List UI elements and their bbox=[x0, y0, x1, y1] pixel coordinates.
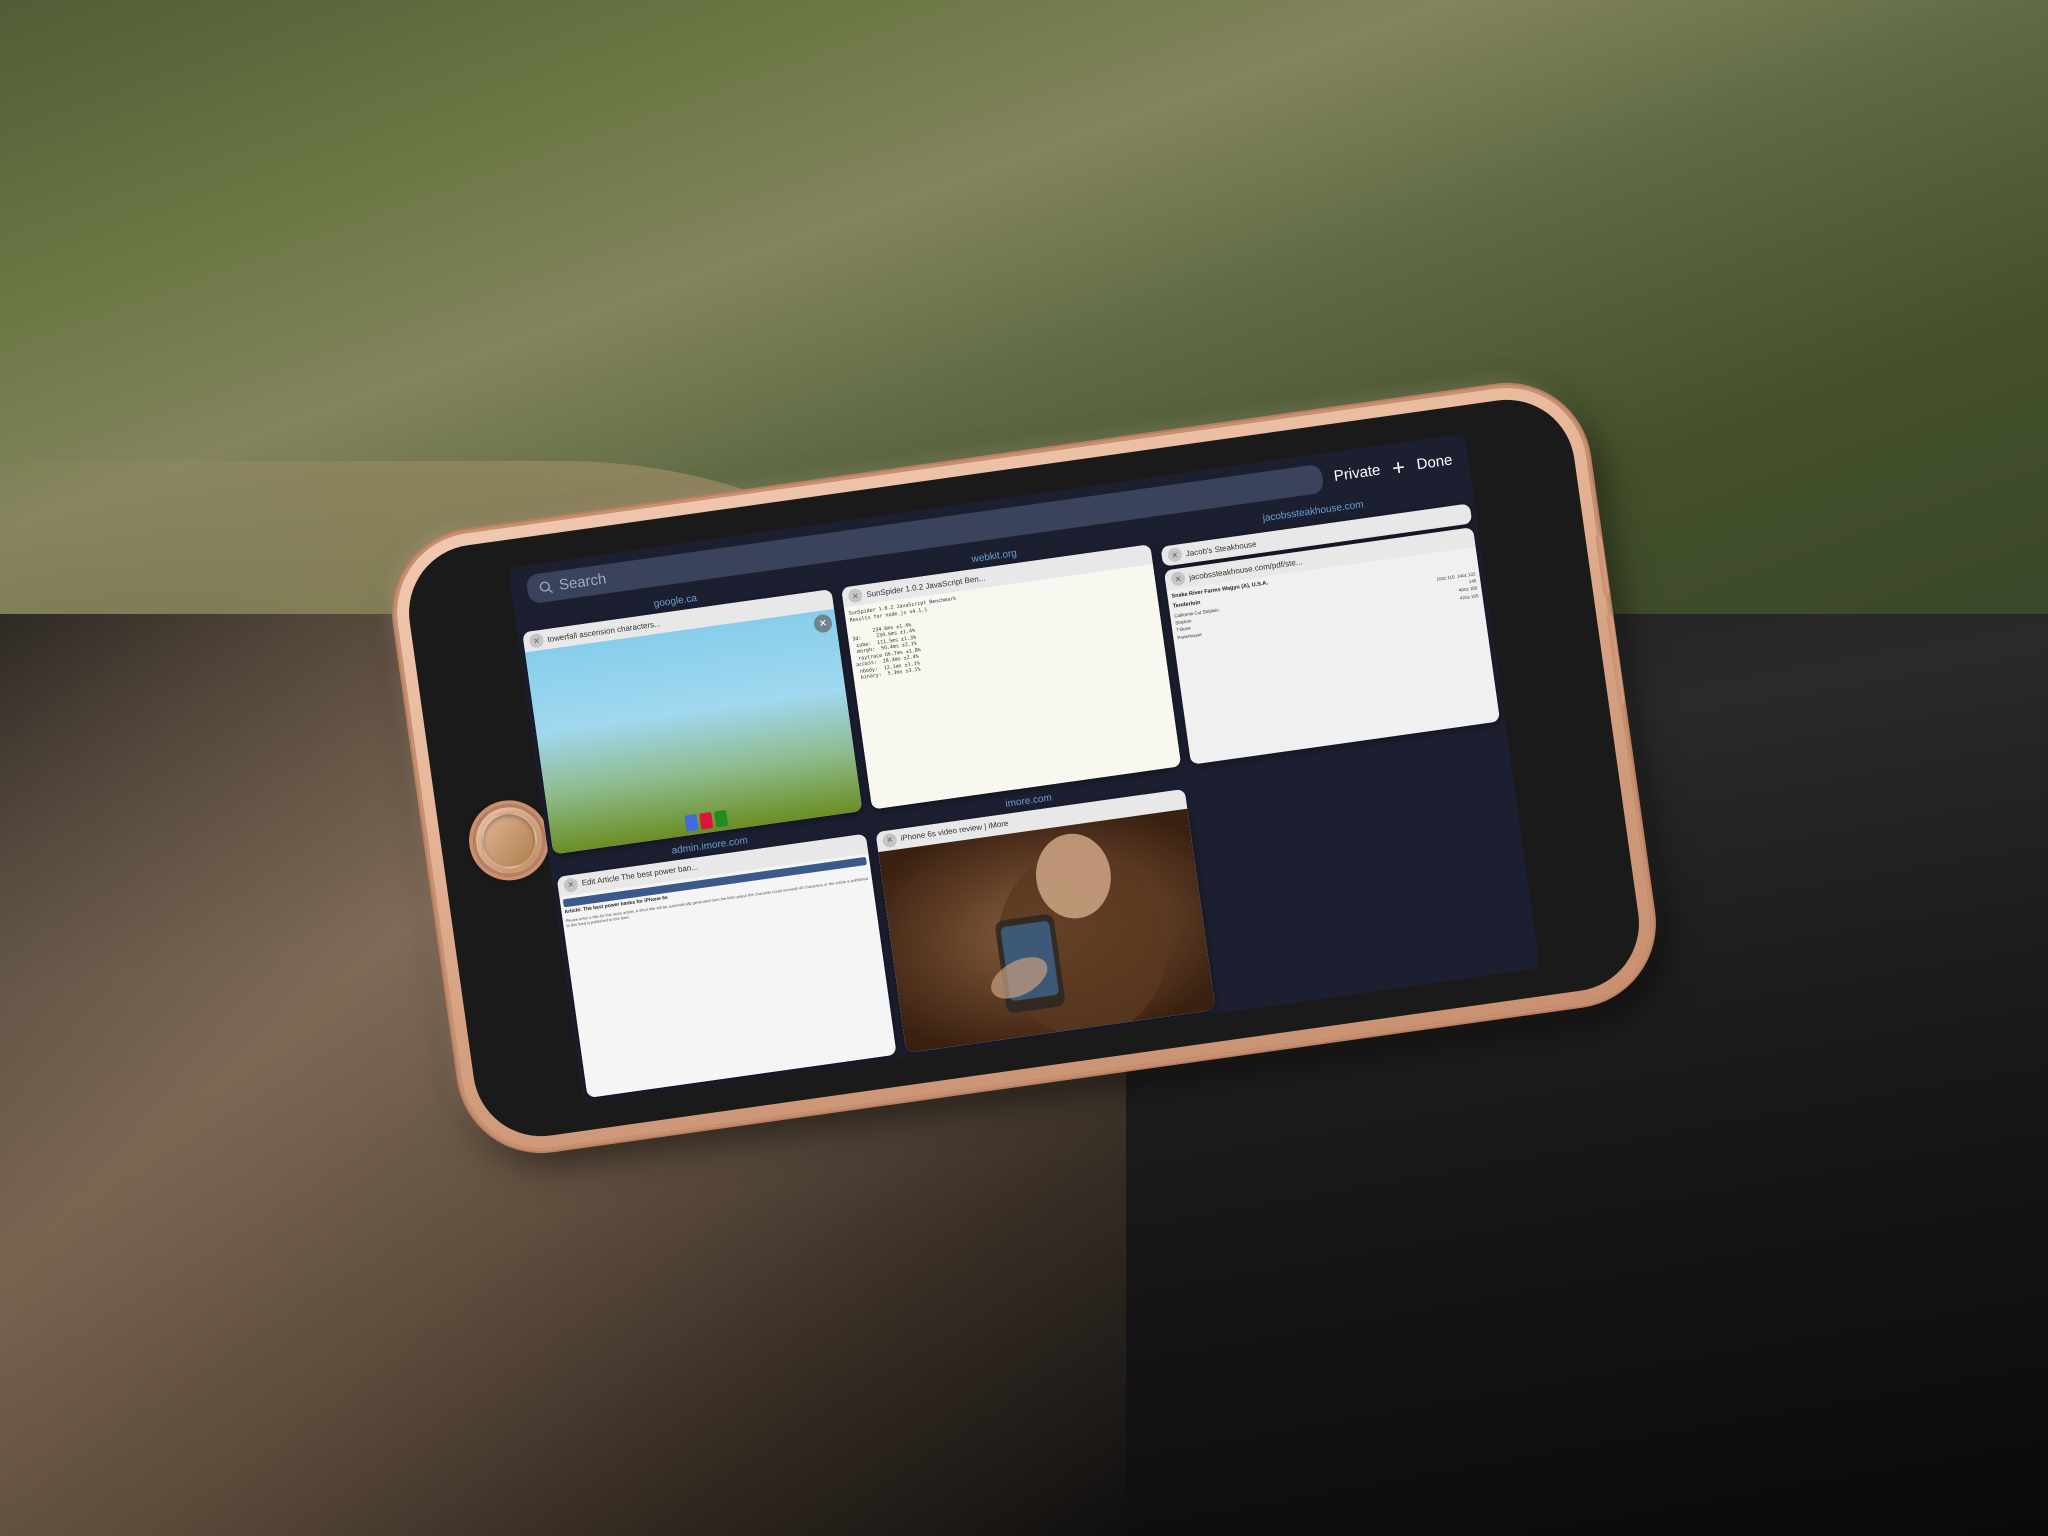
tab-close-2[interactable]: ✕ bbox=[847, 588, 863, 604]
tab-close-badge-1[interactable]: ✕ bbox=[813, 613, 833, 633]
tab-cell-2: webkit.org ✕ SunSpider 1.0.2 JavaScript … bbox=[834, 525, 1187, 814]
done-button[interactable]: Done bbox=[1416, 451, 1454, 473]
character-3 bbox=[714, 809, 728, 827]
tab-content-5 bbox=[878, 808, 1215, 1053]
tab-content-4: Article: The best power banks for iPhone… bbox=[559, 853, 896, 1098]
tab-card-2[interactable]: ✕ SunSpider 1.0.2 JavaScript Ben... SunS… bbox=[841, 544, 1181, 809]
tab-close-4[interactable]: ✕ bbox=[563, 877, 579, 893]
tab-cell-empty bbox=[1187, 724, 1540, 1013]
tab-close-5[interactable]: ✕ bbox=[882, 832, 898, 848]
private-button[interactable]: Private bbox=[1333, 462, 1382, 485]
tab-content-1: ✕ bbox=[525, 609, 862, 854]
video-thumbnail bbox=[878, 808, 1215, 1053]
new-tab-button[interactable]: + bbox=[1390, 454, 1406, 482]
tab-cell-5: imore.com ✕ iPhone 6s video review | iMo… bbox=[868, 769, 1221, 1058]
home-button-inner bbox=[477, 809, 540, 872]
tab-card-3-sub[interactable]: ✕ jacobssteakhouse.com/pdf/ste... Snake … bbox=[1164, 527, 1500, 764]
game-characters bbox=[684, 809, 728, 831]
tab-content-2: SunSpider 1.0.2 JavaScript Benchmark Res… bbox=[844, 564, 1181, 809]
tab-close-3[interactable]: ✕ bbox=[1167, 547, 1183, 563]
tab-cell-3: jacobssteakhouse.com ✕ Jacob's Steakhous… bbox=[1152, 480, 1505, 769]
search-input[interactable]: Search bbox=[558, 570, 607, 593]
tab-cell-1: google.ca ✕ towerfall ascension characte… bbox=[515, 570, 868, 859]
tab-card-1[interactable]: ✕ towerfall ascension characters... ✕ bbox=[522, 589, 862, 854]
tab-close-3-sub[interactable]: ✕ bbox=[1170, 571, 1186, 587]
tab-close-1[interactable]: ✕ bbox=[529, 633, 545, 649]
tab-cell-4: admin.imore.com ✕ Edit Article The best … bbox=[549, 814, 902, 1103]
safari-tab-switcher: Search Private + Done google.ca bbox=[508, 433, 1540, 1102]
tab-card-5[interactable]: ✕ iPhone 6s video review | iMore bbox=[875, 788, 1215, 1053]
home-button[interactable] bbox=[468, 800, 549, 881]
phone-screen: Search Private + Done google.ca bbox=[508, 433, 1540, 1102]
tab-card-4[interactable]: ✕ Edit Article The best power ban... Art… bbox=[557, 833, 897, 1098]
search-icon bbox=[538, 579, 554, 595]
tab3-area: ✕ Jacob's Steakhouse ✕ jacobssteakhouse.… bbox=[1160, 499, 1500, 764]
character-1 bbox=[684, 814, 698, 832]
character-2 bbox=[699, 811, 713, 829]
